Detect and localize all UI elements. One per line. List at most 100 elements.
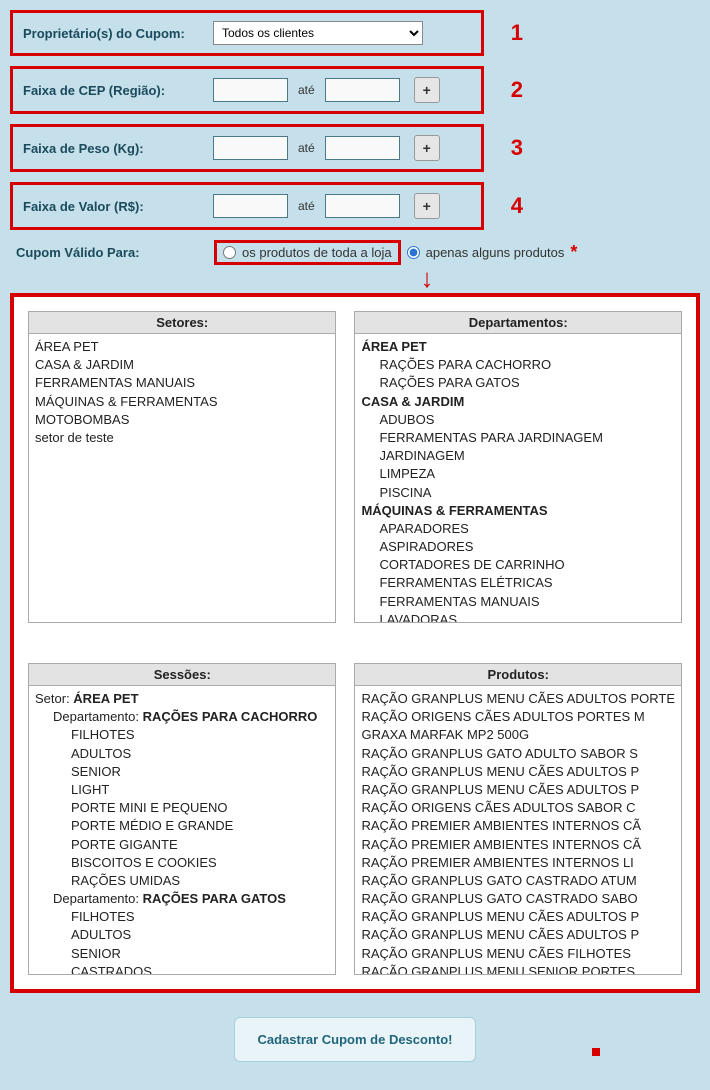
- sessoes-header: Sessões:: [29, 664, 335, 686]
- list-item[interactable]: GRAXA MARFAK MP2 500G: [361, 726, 675, 744]
- list-item[interactable]: LIGHT: [35, 781, 329, 799]
- list-item[interactable]: MÁQUINAS & FERRAMENTAS: [35, 393, 329, 411]
- range-label: Faixa de CEP (Região):: [23, 83, 213, 98]
- produtos-list[interactable]: RAÇÃO GRANPLUS MENU CÃES ADULTOS PORTERA…: [355, 686, 681, 974]
- list-item[interactable]: Departamento: RAÇÕES PARA CACHORRO: [35, 708, 329, 726]
- list-item[interactable]: PORTE MÉDIO E GRANDE: [35, 817, 329, 835]
- setores-panel: Setores: ÁREA PETCASA & JARDIMFERRAMENTA…: [28, 311, 336, 623]
- list-item[interactable]: PORTE MINI E PEQUENO: [35, 799, 329, 817]
- setores-header: Setores:: [29, 312, 335, 334]
- range-from-input[interactable]: [213, 78, 288, 102]
- owner-select[interactable]: Todos os clientes: [213, 21, 423, 45]
- list-item[interactable]: RAÇÃO PREMIER AMBIENTES INTERNOS CÃ: [361, 817, 675, 835]
- sessoes-panel: Sessões: Setor: ÁREA PETDepartamento: RA…: [28, 663, 336, 975]
- list-item[interactable]: LIMPEZA: [361, 465, 675, 483]
- list-item[interactable]: ÁREA PET: [35, 338, 329, 356]
- list-item[interactable]: RAÇÃO PREMIER AMBIENTES INTERNOS CÃ: [361, 836, 675, 854]
- list-item[interactable]: RAÇÃO GRANPLUS GATO CASTRADO ATUM: [361, 872, 675, 890]
- list-item[interactable]: RAÇÃO ORIGENS CÃES ADULTOS PORTES M: [361, 708, 675, 726]
- list-item[interactable]: RAÇÕES PARA GATOS: [361, 374, 675, 392]
- list-item[interactable]: RAÇÃO ORIGENS CÃES ADULTOS SABOR C: [361, 799, 675, 817]
- list-item[interactable]: RAÇÕES PARA CACHORRO: [361, 356, 675, 374]
- list-item[interactable]: ADUBOS: [361, 411, 675, 429]
- add-range-button[interactable]: +: [414, 77, 440, 103]
- list-item[interactable]: SENIOR: [35, 763, 329, 781]
- list-item[interactable]: BISCOITOS E COOKIES: [35, 854, 329, 872]
- annotation-num: 4: [511, 193, 523, 219]
- list-item[interactable]: Setor: ÁREA PET: [35, 690, 329, 708]
- list-item[interactable]: ADULTOS: [35, 926, 329, 944]
- range-from-input[interactable]: [213, 194, 288, 218]
- arrow-down-icon: ↓: [190, 267, 664, 289]
- list-item[interactable]: Departamento: RAÇÕES PARA GATOS: [35, 890, 329, 908]
- list-item[interactable]: RAÇÃO GRANPLUS GATO CASTRADO SABO: [361, 890, 675, 908]
- list-item[interactable]: FERRAMENTAS MANUAIS: [361, 593, 675, 611]
- range-to-input[interactable]: [325, 194, 400, 218]
- list-item[interactable]: FERRAMENTAS ELÉTRICAS: [361, 574, 675, 592]
- list-item[interactable]: JARDINAGEM: [361, 447, 675, 465]
- range-from-input[interactable]: [213, 136, 288, 160]
- add-range-button[interactable]: +: [414, 135, 440, 161]
- radio-all-products[interactable]: os produtos de toda a loja: [214, 240, 401, 265]
- list-item[interactable]: RAÇÃO GRANPLUS MENU CÃES ADULTOS P: [361, 763, 675, 781]
- list-item[interactable]: RAÇÃO GRANPLUS GATO ADULTO SABOR S: [361, 745, 675, 763]
- list-item[interactable]: FILHOTES: [35, 726, 329, 744]
- list-item[interactable]: LAVADORAS: [361, 611, 675, 622]
- list-item[interactable]: RAÇÃO GRANPLUS MENU CÃES ADULTOS P: [361, 926, 675, 944]
- list-item[interactable]: ÁREA PET: [361, 338, 675, 356]
- list-item[interactable]: CASA & JARDIM: [361, 393, 675, 411]
- valid-for-row: Cupom Válido Para: os produtos de toda a…: [16, 240, 700, 265]
- list-item[interactable]: MOTOBOMBAS: [35, 411, 329, 429]
- range-label: Faixa de Peso (Kg):: [23, 141, 213, 156]
- radio-some-products[interactable]: apenas alguns produtos: [407, 245, 565, 260]
- required-asterisk: *: [570, 242, 577, 263]
- submit-button[interactable]: Cadastrar Cupom de Desconto!: [234, 1017, 475, 1062]
- annotation-num: 2: [511, 77, 523, 103]
- sessoes-list[interactable]: Setor: ÁREA PETDepartamento: RAÇÕES PARA…: [29, 686, 335, 974]
- list-item[interactable]: ASPIRADORES: [361, 538, 675, 556]
- range-separator: até: [298, 141, 315, 155]
- list-item[interactable]: FERRAMENTAS MANUAIS: [35, 374, 329, 392]
- list-item[interactable]: CORTADORES DE CARRINHO: [361, 556, 675, 574]
- departamentos-header: Departamentos:: [355, 312, 681, 334]
- list-item[interactable]: PORTE GIGANTE: [35, 836, 329, 854]
- radio-some-products-label: apenas alguns produtos: [426, 245, 565, 260]
- range-separator: até: [298, 199, 315, 213]
- range-to-input[interactable]: [325, 78, 400, 102]
- range-row: Faixa de CEP (Região):até+2: [10, 66, 484, 114]
- produtos-panel: Produtos: RAÇÃO GRANPLUS MENU CÃES ADULT…: [354, 663, 682, 975]
- departamentos-list[interactable]: ÁREA PETRAÇÕES PARA CACHORRORAÇÕES PARA …: [355, 334, 681, 622]
- list-item[interactable]: setor de teste: [35, 429, 329, 447]
- radio-all-products-label: os produtos de toda a loja: [242, 245, 392, 260]
- annotation-num: 3: [511, 135, 523, 161]
- radio-some-products-input[interactable]: [407, 246, 420, 259]
- range-row: Faixa de Peso (Kg):até+3: [10, 124, 484, 172]
- list-item[interactable]: RAÇÃO GRANPLUS MENU CÃES ADULTOS PORTE: [361, 690, 675, 708]
- list-item[interactable]: RAÇÃO GRANPLUS MENU CÃES ADULTOS P: [361, 908, 675, 926]
- range-separator: até: [298, 83, 315, 97]
- list-item[interactable]: SENIOR: [35, 945, 329, 963]
- owner-row: Proprietário(s) do Cupom: Todos os clien…: [10, 10, 484, 56]
- owner-label: Proprietário(s) do Cupom:: [23, 26, 213, 41]
- list-item[interactable]: PISCINA: [361, 484, 675, 502]
- produtos-header: Produtos:: [355, 664, 681, 686]
- list-item[interactable]: CASA & JARDIM: [35, 356, 329, 374]
- range-row: Faixa de Valor (R$):até+4: [10, 182, 484, 230]
- valid-for-label: Cupom Válido Para:: [16, 245, 214, 260]
- list-item[interactable]: RAÇÕES UMIDAS: [35, 872, 329, 890]
- setores-list[interactable]: ÁREA PETCASA & JARDIMFERRAMENTAS MANUAIS…: [29, 334, 335, 622]
- list-item[interactable]: APARADORES: [361, 520, 675, 538]
- list-item[interactable]: CASTRADOS: [35, 963, 329, 974]
- list-item[interactable]: FILHOTES: [35, 908, 329, 926]
- list-item[interactable]: RAÇÃO GRANPLUS MENU CÃES FILHOTES: [361, 945, 675, 963]
- list-item[interactable]: ADULTOS: [35, 745, 329, 763]
- list-item[interactable]: RAÇÃO GRANPLUS MENU CÃES ADULTOS P: [361, 781, 675, 799]
- add-range-button[interactable]: +: [414, 193, 440, 219]
- list-item[interactable]: FERRAMENTAS PARA JARDINAGEM: [361, 429, 675, 447]
- radio-all-products-input[interactable]: [223, 246, 236, 259]
- range-to-input[interactable]: [325, 136, 400, 160]
- list-item[interactable]: MÁQUINAS & FERRAMENTAS: [361, 502, 675, 520]
- list-item[interactable]: RAÇÃO PREMIER AMBIENTES INTERNOS LI: [361, 854, 675, 872]
- list-item[interactable]: RAÇÃO GRANPLUS MENU SENIOR PORTES: [361, 963, 675, 974]
- departamentos-panel: Departamentos: ÁREA PETRAÇÕES PARA CACHO…: [354, 311, 682, 623]
